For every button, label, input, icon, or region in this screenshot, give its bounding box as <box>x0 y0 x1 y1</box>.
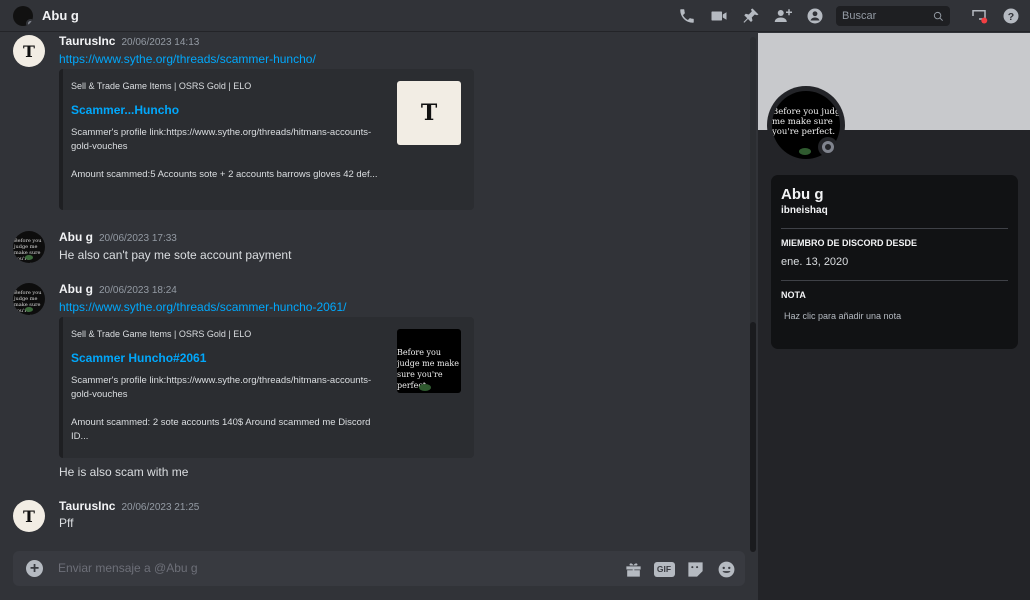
header-toolbar: Buscar ? <box>666 5 1022 27</box>
message-composer[interactable]: + Enviar mensaje a @Abu g GIF <box>13 551 745 586</box>
profile-avatar-text: Before you judge me make sure you're per… <box>772 107 840 137</box>
message-author[interactable]: TaurusInc 20/06/2023 21:25 <box>59 499 199 513</box>
voice-call-icon[interactable] <box>676 5 698 27</box>
emoji-icon[interactable] <box>715 558 737 580</box>
divider <box>781 228 1008 229</box>
search-icon <box>933 11 943 21</box>
message-link[interactable]: https://www.sythe.org/threads/scammer-hu… <box>59 300 346 314</box>
link-embed: Sell & Trade Game Items | OSRS Gold | EL… <box>59 317 474 458</box>
message-timestamp: 20/06/2023 18:24 <box>99 285 177 296</box>
avatar[interactable]: Before you judge me make sure you're per… <box>13 231 45 263</box>
profile-username: ibneishaq <box>781 205 828 216</box>
message-text: He also can't pay me sote account paymen… <box>59 248 292 262</box>
embed-provider[interactable]: Sell & Trade Game Items | OSRS Gold | EL… <box>71 81 251 91</box>
avatar[interactable]: Before you judge me make sure you're per… <box>13 283 45 315</box>
link-embed: Sell & Trade Game Items | OSRS Gold | EL… <box>59 69 474 210</box>
embed-description: Scammer's profile link:https://www.sythe… <box>71 375 372 400</box>
gif-icon: GIF <box>653 561 675 577</box>
message-text: Pff <box>59 516 74 530</box>
scrollbar-thumb[interactable] <box>750 322 756 552</box>
gift-icon[interactable] <box>622 558 644 580</box>
status-offline-icon <box>818 137 838 157</box>
video-call-icon[interactable] <box>708 5 730 27</box>
message-timestamp: 20/06/2023 17:33 <box>99 233 177 244</box>
search-placeholder: Buscar <box>842 10 877 22</box>
attach-plus-icon[interactable]: + <box>26 560 43 577</box>
search-input[interactable]: Buscar <box>836 6 950 26</box>
profile-card: Abu g ibneishaq MIEMBRO DE DISCORD DESDE… <box>771 175 1018 349</box>
embed-thumbnail[interactable]: Before you judge me make sure you're per… <box>397 329 461 393</box>
author-name[interactable]: Abu g <box>59 282 93 296</box>
status-offline-icon <box>26 19 33 26</box>
embed-title[interactable]: Scammer Huncho#2061 <box>71 351 206 365</box>
message-text: He is also scam with me <box>59 465 189 479</box>
avatar-letter: T <box>23 506 35 526</box>
author-name[interactable]: TaurusInc <box>59 499 115 513</box>
message-input[interactable]: Enviar mensaje a @Abu g <box>58 561 198 575</box>
avatar[interactable]: T <box>13 35 45 67</box>
avatar[interactable]: T <box>13 500 45 532</box>
thumbnail-letter: T <box>420 100 438 126</box>
author-name[interactable]: Abu g <box>59 230 93 244</box>
embed-provider[interactable]: Sell & Trade Game Items | OSRS Gold | EL… <box>71 329 251 339</box>
embed-title[interactable]: Scammer...Huncho <box>71 103 179 117</box>
message-author[interactable]: Abu g 20/06/2023 17:33 <box>59 230 177 244</box>
member-since-date: ene. 13, 2020 <box>781 256 849 268</box>
avatar-letter: T <box>23 41 35 61</box>
svg-text:?: ? <box>1008 11 1014 23</box>
pinned-messages-icon[interactable] <box>740 5 762 27</box>
note-heading: NOTA <box>781 290 806 300</box>
note-input[interactable]: Haz clic para añadir una nota <box>784 311 901 321</box>
composer-toolbar: GIF <box>613 558 737 580</box>
embed-description: Amount scammed: 2 sote accounts 140$ Aro… <box>71 417 371 442</box>
message-author[interactable]: Abu g 20/06/2023 18:24 <box>59 282 177 296</box>
dm-user-name[interactable]: Abu g <box>42 8 79 23</box>
message-author[interactable]: TaurusInc 20/06/2023 14:13 <box>59 34 199 48</box>
embed-thumbnail[interactable]: T <box>397 81 461 145</box>
add-friend-to-dm-icon[interactable] <box>772 5 794 27</box>
message-scrollbar[interactable] <box>750 37 756 552</box>
embed-description: Scammer's profile link:https://www.sythe… <box>71 127 372 152</box>
gif-picker-button[interactable]: GIF <box>653 558 675 580</box>
message-list: T TaurusInc 20/06/2023 14:13 https://www.… <box>0 33 750 548</box>
message-timestamp: 20/06/2023 14:13 <box>121 37 200 48</box>
user-profile-toggle-icon[interactable] <box>804 5 826 27</box>
channel-header: Abu g Buscar ? <box>0 0 1030 32</box>
dm-avatar[interactable] <box>13 6 33 26</box>
member-since-heading: MIEMBRO DE DISCORD DESDE <box>781 238 918 248</box>
sticker-icon[interactable] <box>684 558 706 580</box>
chat-area: T TaurusInc 20/06/2023 14:13 https://www.… <box>0 33 758 600</box>
profile-display-name: Abu g <box>781 186 824 203</box>
user-profile-panel: Before you judge me make sure you're per… <box>758 33 1030 600</box>
message-timestamp: 20/06/2023 21:25 <box>121 502 200 513</box>
message-link[interactable]: https://www.sythe.org/threads/scammer-hu… <box>59 52 316 66</box>
author-name[interactable]: TaurusInc <box>59 34 115 48</box>
divider <box>781 280 1008 281</box>
help-icon[interactable]: ? <box>1000 5 1022 27</box>
embed-description: Amount scammed:5 Accounts sote + 2 accou… <box>71 169 378 180</box>
inbox-icon[interactable] <box>968 5 990 27</box>
